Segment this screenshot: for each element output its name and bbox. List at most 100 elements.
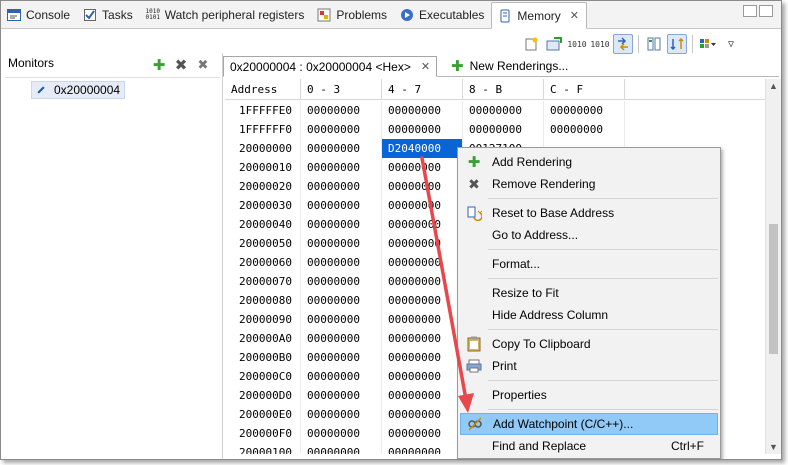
layout-menu-button[interactable] — [698, 34, 718, 54]
memory-address-cell: 20000030 — [225, 196, 301, 215]
memory-value-cell[interactable]: 00000000 — [301, 348, 382, 367]
memory-column-header[interactable]: C - F — [544, 79, 625, 100]
memory-value-cell[interactable]: 00000000 — [382, 405, 463, 424]
memory-value-cell[interactable]: 00000000 — [382, 177, 463, 196]
memory-value-cell[interactable]: 00000000 — [301, 443, 382, 454]
add-monitor-button[interactable]: ✚ — [151, 57, 167, 74]
memory-value-cell[interactable]: 00000000 — [544, 120, 625, 139]
memory-value-cell[interactable]: 00000000 — [301, 234, 382, 253]
toggle-orientation-button[interactable] — [667, 34, 687, 54]
tab-problems[interactable]: Problems — [311, 2, 394, 28]
tab-executables[interactable]: Executables — [394, 2, 491, 28]
memory-value-cell[interactable]: 00000000 — [382, 443, 463, 454]
memory-value-cell[interactable]: 00000000 — [382, 158, 463, 177]
menu-item-add-watchpoint-c-c[interactable]: Add Watchpoint (C/C++)... — [460, 413, 718, 435]
memory-column-header[interactable]: 4 - 7 — [382, 79, 463, 100]
memory-value-cell[interactable]: 00000000 — [382, 291, 463, 310]
tab-memory[interactable]: Memory ✕ — [491, 2, 587, 29]
menu-item-format[interactable]: Format... — [460, 253, 718, 275]
menu-item-print[interactable]: Print — [460, 355, 718, 377]
tab-label: Tasks — [102, 8, 133, 22]
minimize-button[interactable] — [743, 5, 757, 17]
memory-value-cell[interactable]: 00000000 — [382, 310, 463, 329]
memory-value-cell[interactable]: 00000000 — [301, 405, 382, 424]
scroll-down-icon[interactable]: ▼ — [769, 442, 778, 452]
vertical-scrollbar[interactable]: ▲ ▼ — [765, 79, 781, 454]
memory-value-cell[interactable]: 00000000 — [382, 386, 463, 405]
tab-label: Executables — [419, 8, 485, 22]
memory-value-cell[interactable]: 00000000 — [301, 329, 382, 348]
menu-item-go-to-address[interactable]: Go to Address... — [460, 224, 718, 246]
memory-column-header[interactable]: Address — [225, 79, 301, 100]
memory-value-cell[interactable]: 00000000 — [301, 310, 382, 329]
scrollbar-thumb[interactable] — [769, 224, 778, 354]
rendering-tab-label: New Renderings... — [469, 59, 569, 73]
memory-value-cell[interactable]: 00000000 — [382, 272, 463, 291]
menu-item-reset-to-base-address[interactable]: Reset to Base Address — [460, 202, 718, 224]
memory-column-header[interactable]: 8 - B — [463, 79, 544, 100]
memory-value-cell[interactable]: 00000000 — [463, 120, 544, 139]
memory-value-cell[interactable]: 00000000 — [301, 272, 382, 291]
rendering-tabs: 0x20000004 : 0x20000004 <Hex> ✕ ✚ New Re… — [223, 55, 779, 77]
view-menu-icon[interactable]: ▽ — [721, 34, 741, 54]
memory-value-cell[interactable]: 00000000 — [301, 253, 382, 272]
menu-item-add-rendering[interactable]: ✚ Add Rendering — [460, 151, 718, 173]
memory-address-cell: 20000000 — [225, 139, 301, 158]
menu-item-copy-to-clipboard[interactable]: Copy To Clipboard — [460, 333, 718, 355]
memory-value-cell[interactable]: 00000000 — [382, 424, 463, 443]
memory-value-cell[interactable]: 00000000 — [301, 177, 382, 196]
memory-value-cell[interactable]: 00000000 — [301, 367, 382, 386]
memory-value-cell[interactable]: 00000000 — [301, 215, 382, 234]
executables-icon — [400, 8, 414, 22]
memory-value-cell[interactable]: 00000000 — [301, 386, 382, 405]
close-icon[interactable]: ✕ — [570, 9, 579, 22]
memory-value-cell[interactable]: 00000000 — [301, 158, 382, 177]
memory-column-header[interactable]: 0 - 3 — [301, 79, 382, 100]
memory-value-cell[interactable]: 00000000 — [382, 367, 463, 386]
memory-value-cell[interactable]: 00000000 — [382, 253, 463, 272]
memory-value-cell[interactable]: 00000000 — [301, 424, 382, 443]
pane-divider[interactable] — [222, 53, 223, 459]
menu-item-remove-rendering[interactable]: ✖ Remove Rendering — [460, 173, 718, 195]
memory-value-cell[interactable]: 00000000 — [463, 101, 544, 120]
menu-item-resize-to-fit[interactable]: Resize to Fit — [460, 282, 718, 304]
tab-hex-rendering[interactable]: 0x20000004 : 0x20000004 <Hex> ✕ — [223, 56, 438, 77]
memory-value-cell[interactable]: 00000000 — [301, 291, 382, 310]
remove-all-monitors-button[interactable]: ✖ — [195, 57, 211, 73]
memory-value-cell[interactable]: 00000000 — [301, 120, 382, 139]
menu-item-properties[interactable]: Properties — [460, 384, 718, 406]
memory-value-cell[interactable]: 00000000 — [382, 215, 463, 234]
remove-monitor-button[interactable]: ✖ — [173, 57, 189, 74]
memory-value-cell[interactable]: 00000000 — [382, 196, 463, 215]
memory-value-cell[interactable]: 00000000 — [382, 329, 463, 348]
memory-value-cell[interactable]: 00000000 — [382, 101, 463, 120]
export-binary-button[interactable]: 1010 — [567, 34, 587, 54]
tab-new-renderings[interactable]: ✚ New Renderings... — [445, 56, 574, 76]
memory-value-cell[interactable]: 00000000 — [382, 234, 463, 253]
maximize-button[interactable] — [759, 5, 773, 17]
scroll-up-icon[interactable]: ▲ — [769, 81, 778, 91]
new-tab-button[interactable] — [521, 34, 541, 54]
find-binary-button[interactable]: 1010 — [590, 34, 610, 54]
tab-tasks[interactable]: Tasks — [77, 2, 140, 28]
memory-value-cell[interactable]: 00000000 — [382, 120, 463, 139]
monitor-item[interactable]: 0x20000004 — [31, 81, 125, 99]
memory-value-cell[interactable]: 00000000 — [544, 101, 625, 120]
tab-watch-peripheral-registers[interactable]: 1010 0101 Watch peripheral registers — [140, 2, 312, 28]
close-icon[interactable]: ✕ — [421, 60, 430, 73]
memory-value-cell[interactable]: 00000000 — [301, 101, 382, 120]
memory-value-cell[interactable]: 00000000 — [301, 139, 382, 158]
link-memory-button[interactable] — [613, 34, 633, 54]
view-tab-bar: Console Tasks 1010 0101 Watch peripheral … — [1, 1, 781, 29]
tab-console[interactable]: Console — [1, 2, 77, 28]
memory-value-cell[interactable]: D2040000 — [382, 139, 463, 158]
menu-item-find-and-replace[interactable]: Find and Replace Ctrl+F — [460, 435, 718, 457]
import-button[interactable] — [544, 34, 564, 54]
rendering-tab-label: 0x20000004 : 0x20000004 <Hex> — [230, 59, 411, 74]
memory-value-cell[interactable]: 00000000 — [382, 348, 463, 367]
memory-address-cell: 200000E0 — [225, 405, 301, 424]
memory-row: 1FFFFFF0 00000000 00000000 00000000 00000000 — [225, 120, 765, 139]
toggle-split-button[interactable] — [644, 34, 664, 54]
memory-value-cell[interactable]: 00000000 — [301, 196, 382, 215]
menu-item-hide-address-column[interactable]: Hide Address Column — [460, 304, 718, 326]
